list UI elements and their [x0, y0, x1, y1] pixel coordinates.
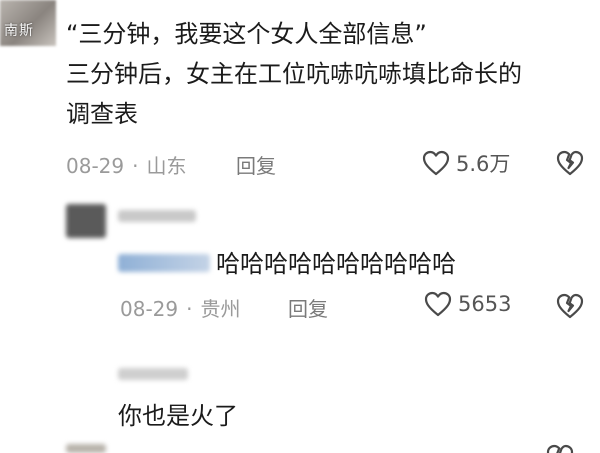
comment3-username[interactable] [118, 368, 188, 380]
reply-button[interactable]: 回复 [236, 150, 276, 179]
reply-text[interactable]: 哈哈哈哈哈哈哈哈哈哈 [216, 244, 456, 284]
reply-username[interactable] [118, 210, 196, 222]
comment-line-1: “三分钟，我要这个女人全部信息” [66, 20, 427, 48]
comment-line-3: 调查表 [66, 100, 138, 128]
dislike-button[interactable] [556, 150, 584, 176]
comment-body[interactable]: “三分钟，我要这个女人全部信息” 三分钟后，女主在工位吭哧吭哧填比命长的 调查表 [66, 14, 522, 134]
next-avatar[interactable] [66, 444, 106, 453]
heart-outline-icon [424, 291, 452, 317]
meta-separator: · [186, 297, 193, 321]
next-dislike-icon[interactable] [546, 444, 574, 453]
comment-line-2: 三分钟后，女主在工位吭哧吭哧填比命长的 [66, 60, 522, 88]
like-count: 5.6万 [456, 152, 511, 176]
like-button[interactable]: 5.6万 [422, 148, 510, 178]
like-button[interactable]: 5653 [424, 291, 511, 317]
nested-reply-username[interactable] [118, 254, 210, 272]
reply-button[interactable]: 回复 [288, 293, 328, 322]
watermark: 南斯 [4, 23, 34, 39]
like-count: 5653 [458, 292, 512, 316]
comment3-text[interactable]: 你也是火了 [118, 396, 238, 436]
comment-meta: 08-29 · 山东 [66, 150, 186, 179]
reply-meta: 08-29 · 贵州 [120, 293, 240, 322]
reply-location: 贵州 [200, 297, 241, 321]
meta-separator: · [132, 154, 139, 178]
heart-outline-icon [422, 150, 450, 176]
broken-heart-icon [556, 150, 584, 176]
dislike-button[interactable] [556, 293, 584, 319]
broken-heart-icon [556, 293, 584, 319]
reply-avatar[interactable] [66, 204, 106, 238]
comment-location: 山东 [146, 154, 187, 178]
comment-date: 08-29 [66, 154, 125, 178]
reply-date: 08-29 [120, 297, 179, 321]
